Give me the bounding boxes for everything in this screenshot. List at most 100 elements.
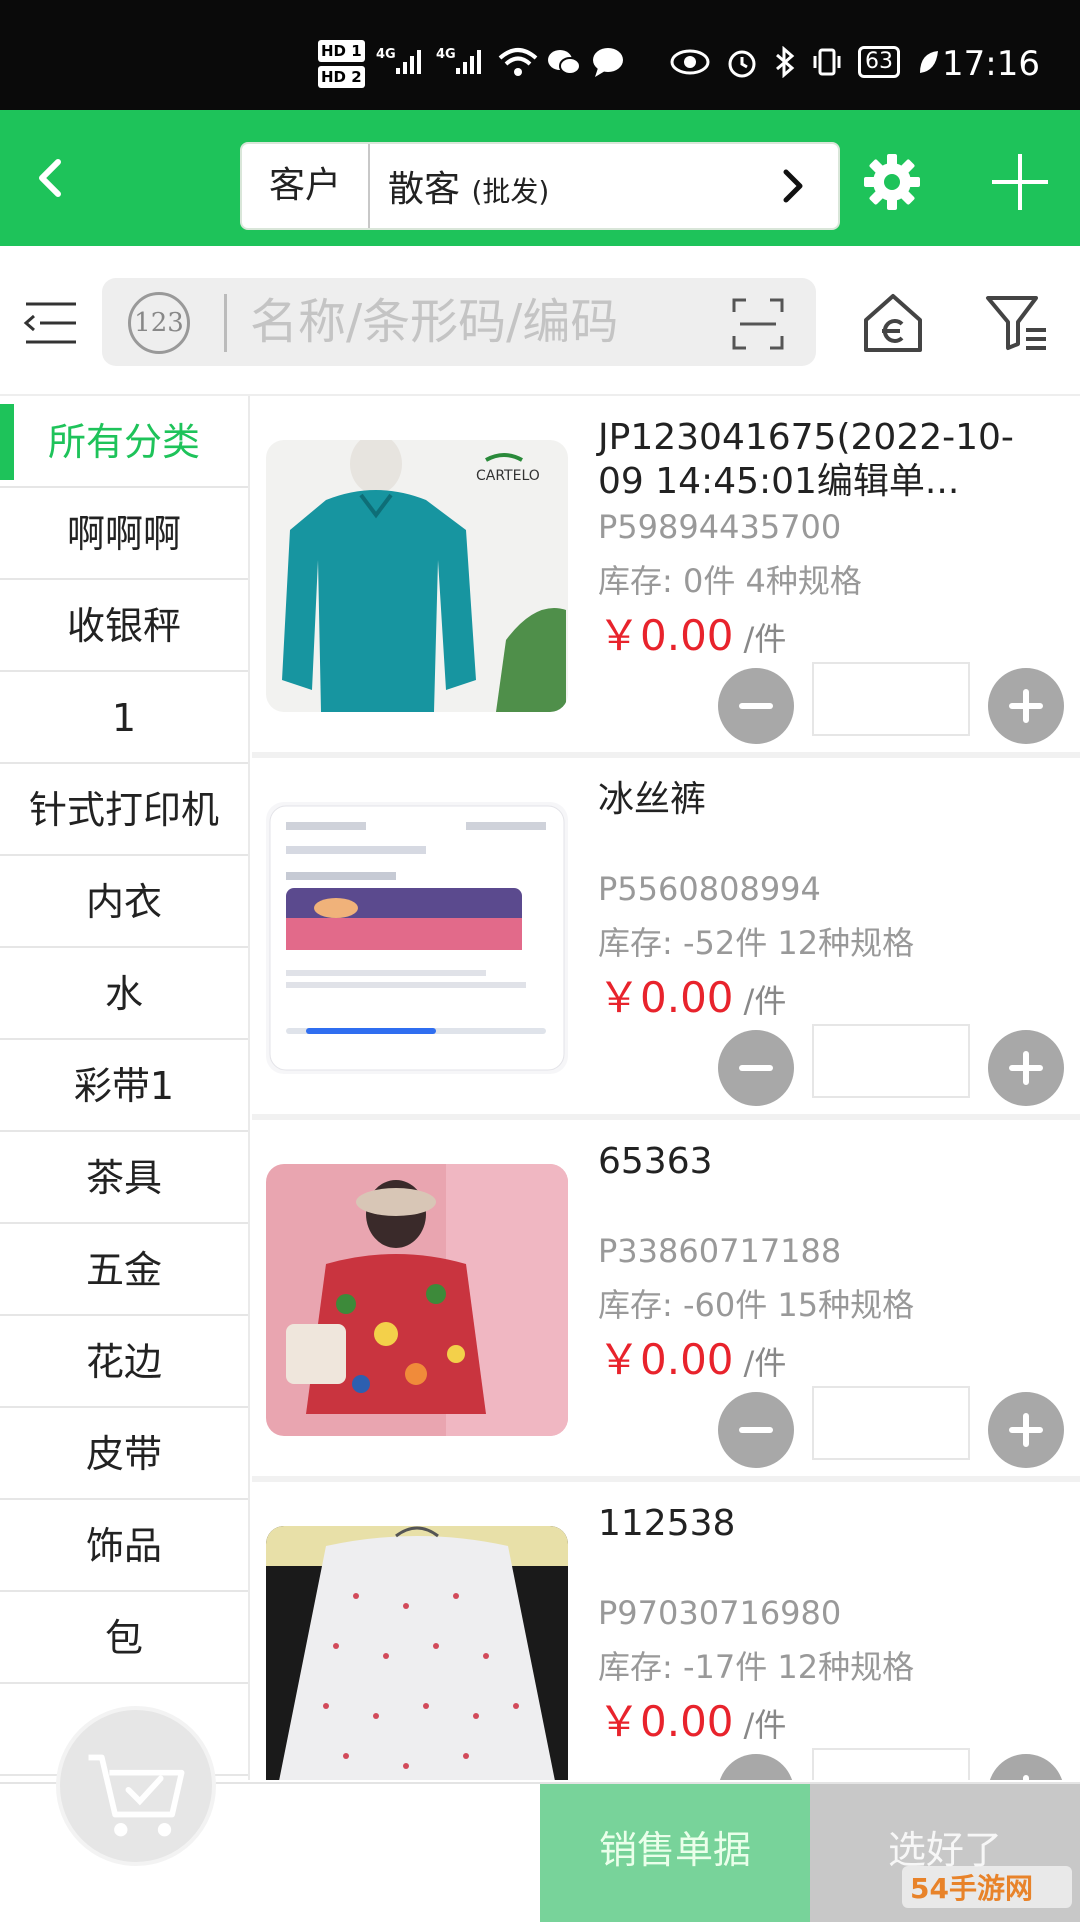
product-code: P97030716980 bbox=[598, 1594, 841, 1632]
search-box: 123 bbox=[102, 278, 816, 366]
product-name: JP123041675(2022-10-09 14:45:01编辑单... bbox=[598, 416, 1058, 504]
search-divider bbox=[224, 294, 227, 352]
product-stock: 库存: 0件 4种规格 bbox=[598, 556, 862, 602]
product-card[interactable]: 112538 P97030716980 库存: -17件 12种规格 ￥0.00… bbox=[252, 1482, 1080, 1780]
quantity-plus-button[interactable] bbox=[988, 1754, 1064, 1780]
quantity-minus-button[interactable] bbox=[718, 1392, 794, 1468]
category-item[interactable]: 皮带 bbox=[0, 1408, 248, 1500]
product-card[interactable]: CARTELO JP123041675(2022-10-09 14:45:01编… bbox=[252, 396, 1080, 752]
category-item[interactable]: 所有分类 bbox=[0, 396, 248, 488]
minus-icon bbox=[718, 1030, 794, 1106]
add-icon[interactable] bbox=[988, 150, 1052, 214]
product-name: 112538 bbox=[598, 1502, 1058, 1546]
eye-icon bbox=[670, 47, 710, 77]
gear-icon[interactable] bbox=[862, 152, 922, 212]
quantity-minus-button[interactable] bbox=[718, 1754, 794, 1780]
quantity-plus-button[interactable] bbox=[988, 1392, 1064, 1468]
net2-label: 4G bbox=[436, 47, 456, 62]
net1-label: 4G bbox=[376, 47, 396, 62]
search-input[interactable] bbox=[250, 286, 720, 358]
quantity-input[interactable] bbox=[812, 1748, 970, 1780]
customer-label: 客户 bbox=[242, 144, 370, 228]
category-item[interactable]: 内衣 bbox=[0, 856, 248, 948]
category-item[interactable]: 饰品 bbox=[0, 1500, 248, 1592]
category-item[interactable]: 针式打印机 bbox=[0, 764, 248, 856]
product-stock: 库存: -52件 12种规格 bbox=[598, 918, 914, 964]
category-item[interactable]: 茶具 bbox=[0, 1132, 248, 1224]
product-code: P33860717188 bbox=[598, 1232, 841, 1270]
minus-icon bbox=[718, 1392, 794, 1468]
cart-button[interactable] bbox=[56, 1706, 216, 1866]
quantity-input[interactable] bbox=[812, 662, 970, 736]
leaf-icon bbox=[916, 47, 940, 77]
search-row: 123 bbox=[0, 246, 1080, 396]
product-image bbox=[266, 802, 568, 1074]
minus-icon bbox=[718, 668, 794, 744]
wechat-icon bbox=[546, 44, 582, 80]
category-item[interactable]: 收银秤 bbox=[0, 580, 248, 672]
category-item[interactable]: 啊啊啊 bbox=[0, 488, 248, 580]
price-value: ￥0.00 bbox=[598, 973, 734, 1022]
product-image bbox=[266, 1526, 568, 1780]
category-item[interactable]: 五金 bbox=[0, 1224, 248, 1316]
product-price: ￥0.00/件 bbox=[598, 964, 786, 1025]
category-item[interactable]: 包 bbox=[0, 1592, 248, 1684]
message-icon bbox=[590, 44, 626, 80]
barcode-scan-icon[interactable] bbox=[730, 296, 786, 352]
plus-icon bbox=[988, 1030, 1064, 1106]
status-bar: HD 1 HD 2 4G 4G 63 17:16 bbox=[0, 0, 1080, 110]
bluetooth-icon bbox=[774, 46, 796, 78]
quantity-minus-button[interactable] bbox=[718, 1030, 794, 1106]
product-image bbox=[266, 1164, 568, 1436]
price-unit: /件 bbox=[744, 982, 787, 1020]
signal-2-icon: 4G bbox=[436, 44, 496, 80]
site-watermark: 54手游网 bbox=[902, 1862, 1072, 1912]
quantity-minus-button[interactable] bbox=[718, 668, 794, 744]
alarm-icon bbox=[726, 46, 758, 78]
product-price: ￥0.00/件 bbox=[598, 1688, 786, 1749]
plus-icon bbox=[988, 1392, 1064, 1468]
product-stock: 库存: -17件 12种规格 bbox=[598, 1642, 914, 1688]
category-item[interactable]: 花边 bbox=[0, 1316, 248, 1408]
filter-icon[interactable] bbox=[984, 290, 1050, 356]
category-item[interactable]: 彩带1 bbox=[0, 1040, 248, 1132]
back-icon[interactable] bbox=[22, 150, 78, 206]
vibrate-icon bbox=[812, 46, 842, 78]
quantity-plus-button[interactable] bbox=[988, 1030, 1064, 1106]
price-unit: /件 bbox=[744, 1344, 787, 1382]
watermark-text: 54手游网 bbox=[910, 1872, 1033, 1905]
product-price: ￥0.00/件 bbox=[598, 602, 786, 663]
category-item[interactable]: 1 bbox=[0, 672, 248, 764]
price-value: ￥0.00 bbox=[598, 1335, 734, 1384]
quantity-input[interactable] bbox=[812, 1024, 970, 1098]
store-icon[interactable] bbox=[860, 290, 926, 356]
status-icons-right: 63 bbox=[670, 44, 940, 80]
product-stock: 库存: -60件 15种规格 bbox=[598, 1280, 914, 1326]
signal-1-icon: 4G bbox=[376, 44, 436, 80]
product-code: P59894435700 bbox=[598, 508, 841, 546]
numeric-keyboard-toggle[interactable]: 123 bbox=[128, 292, 190, 354]
quantity-plus-button[interactable] bbox=[988, 668, 1064, 744]
battery-level: 63 bbox=[858, 46, 900, 78]
plus-icon bbox=[988, 668, 1064, 744]
plus-icon bbox=[988, 1754, 1064, 1780]
customer-name: 散客 bbox=[388, 169, 460, 210]
product-code: P5560808994 bbox=[598, 870, 821, 908]
category-sidebar: 所有分类 啊啊啊 收银秤 1 针式打印机 内衣 水 彩带1 茶具 五金 花边 皮… bbox=[0, 396, 250, 1780]
minus-icon bbox=[718, 1754, 794, 1780]
wifi-icon bbox=[496, 44, 540, 80]
sales-document-button[interactable]: 销售单据 bbox=[540, 1784, 810, 1922]
customer-selector[interactable]: 客户 散客 (批发) bbox=[240, 142, 840, 230]
customer-type: (批发) bbox=[471, 175, 549, 208]
product-card[interactable]: 冰丝裤 P5560808994 库存: -52件 12种规格 ￥0.00/件 bbox=[252, 758, 1080, 1114]
chevron-right-icon bbox=[766, 158, 822, 214]
price-value: ￥0.00 bbox=[598, 611, 734, 660]
price-unit: /件 bbox=[744, 620, 787, 658]
collapse-menu-icon[interactable] bbox=[20, 298, 80, 348]
category-item[interactable]: 水 bbox=[0, 948, 248, 1040]
product-card[interactable]: 65363 P33860717188 库存: -60件 15种规格 ￥0.00/… bbox=[252, 1120, 1080, 1476]
top-header: 客户 散客 (批发) bbox=[0, 110, 1080, 246]
quantity-input[interactable] bbox=[812, 1386, 970, 1460]
product-list: CARTELO JP123041675(2022-10-09 14:45:01编… bbox=[252, 396, 1080, 1780]
hd2-badge: HD 2 bbox=[318, 66, 365, 88]
